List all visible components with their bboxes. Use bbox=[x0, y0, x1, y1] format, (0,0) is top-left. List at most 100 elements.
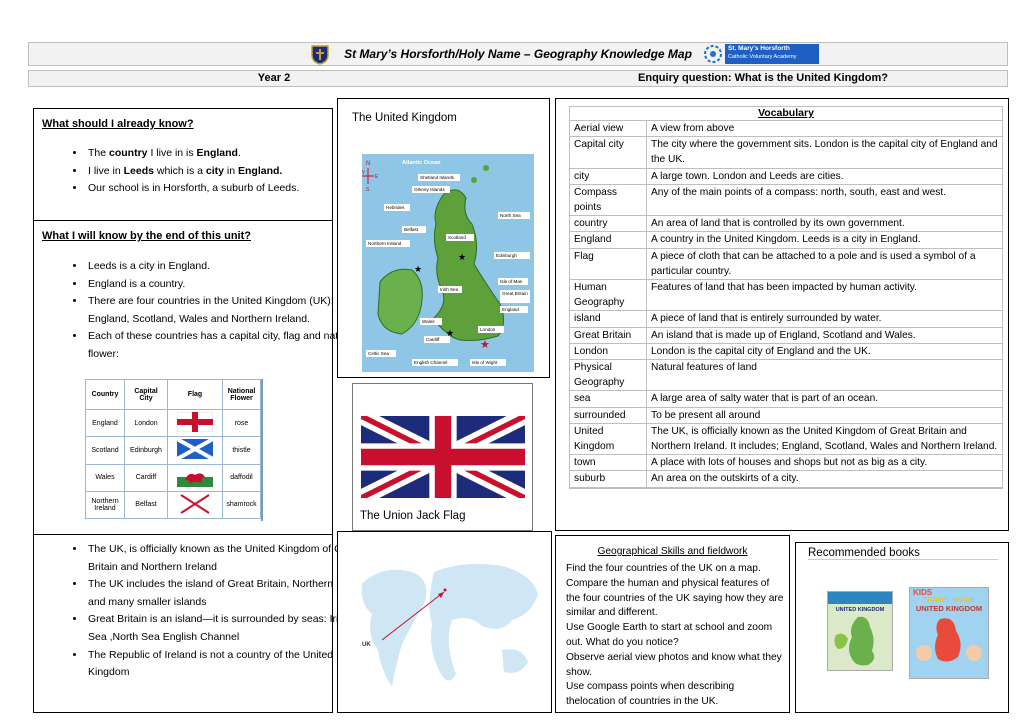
vocabulary-definition: A piece of land that is entirely surroun… bbox=[651, 313, 882, 325]
subheader-bar: Year 2 Enquiry question: What is the Uni… bbox=[28, 70, 1008, 87]
label-scotland: Scotland bbox=[448, 235, 466, 240]
vocabulary-heading: Vocabulary bbox=[570, 107, 1002, 121]
flag-box: The Union Jack Flag bbox=[352, 383, 533, 531]
prior-knowledge-box: What should I already know? The country … bbox=[33, 108, 333, 221]
skill-line: Compare the human and physical features … bbox=[566, 577, 784, 619]
cardiff-star-icon: ★ bbox=[446, 328, 454, 338]
logo-text: St. Mary's Horsforth bbox=[728, 45, 790, 52]
capitals-table-wrapper: Country Capital City Flag National Flowe… bbox=[85, 378, 263, 521]
list-item: Our school is in Horsforth, a suburb of … bbox=[86, 180, 299, 198]
uk-facts-box: The UK, is officially known as the Unite… bbox=[33, 534, 368, 713]
vocabulary-row: suburb An area on the outskirts of a city… bbox=[570, 471, 1002, 488]
vocabulary-term: Human Geography bbox=[570, 280, 647, 311]
list-item: The Republic of Ireland is not a country… bbox=[86, 647, 371, 682]
union-jack-flag-icon bbox=[361, 416, 525, 498]
school-crest-icon bbox=[310, 44, 330, 65]
world-map-uk-label: UK bbox=[362, 642, 371, 648]
skills-box: Geographical Skills and fieldwork Find t… bbox=[555, 535, 790, 713]
table-cell: Edinburgh bbox=[124, 436, 168, 465]
book2-title-1: TRAVEL GUIDE bbox=[923, 597, 975, 604]
vocabulary-term: town bbox=[570, 455, 647, 471]
vocabulary-definition: Any of the main points of a compass: nor… bbox=[651, 186, 947, 198]
label-england: England bbox=[502, 307, 519, 312]
table-row: Scotland Edinburgh thistle bbox=[85, 436, 261, 465]
book-cover-united-kingdom[interactable]: UNITED KINGDOM bbox=[827, 591, 893, 671]
vocabulary-definition: A large area of salty water that is part… bbox=[651, 393, 879, 405]
vocabulary-term: London bbox=[570, 343, 647, 360]
page-title-bar: St Mary’s Horsforth/Holy Name – Geograph… bbox=[28, 42, 1008, 66]
label-northern-ireland: Northern Ireland bbox=[368, 241, 402, 246]
label-orkney: Orkney Islands bbox=[414, 187, 445, 192]
vocabulary-definition: The UK, is officially known as the Unite… bbox=[651, 425, 998, 453]
enquiry-question: Enquiry question: What is the United Kin… bbox=[638, 72, 888, 84]
vocabulary-row: town A place with lots of houses and shop… bbox=[570, 455, 1002, 472]
table-row: England London rose bbox=[85, 409, 261, 438]
book2-title-2: UNITED KINGDOM bbox=[915, 604, 983, 613]
vocabulary-term: Physical Geography bbox=[570, 360, 647, 391]
vocabulary-row: sea A large area of salty water that is p… bbox=[570, 391, 1002, 408]
label-atlantic: Atlantic Ocean bbox=[402, 160, 441, 166]
book2-illustration-icon bbox=[916, 618, 982, 662]
table-header: National Flower bbox=[222, 378, 261, 411]
label-hebrides: Hebrides bbox=[386, 205, 405, 210]
label-celtic-sea: Celtic Sea bbox=[368, 351, 389, 356]
books-box: Recommended books UNITED KINGDOM KIDS TR… bbox=[795, 542, 1009, 713]
year-label: Year 2 bbox=[257, 72, 291, 84]
skill-line: Observe aerial view photos and know what… bbox=[566, 651, 782, 678]
vocabulary-row: United Kingdom The UK, is officially know… bbox=[570, 423, 1002, 456]
flag-caption: The Union Jack Flag bbox=[360, 510, 466, 522]
uk-facts-list: The UK, is officially known as the Unite… bbox=[34, 541, 371, 682]
skills-text: Find the four countries of the UK on a m… bbox=[566, 562, 784, 710]
belfast-star-icon: ★ bbox=[414, 264, 422, 274]
vocabulary-definition: A view from above bbox=[651, 123, 735, 134]
label-belfast: Belfast bbox=[404, 227, 419, 232]
wales-flag-icon bbox=[167, 463, 223, 492]
vocabulary-term: suburb bbox=[570, 471, 647, 487]
label-great-britain: Great Britain bbox=[502, 291, 528, 296]
vocabulary-row: country An area of land that is controlle… bbox=[570, 216, 1002, 233]
table-row: Northern Ireland Belfast shamrock bbox=[85, 490, 261, 520]
vocabulary-term: island bbox=[570, 311, 647, 327]
vocabulary-table: Vocabulary Aerial view A view from above C… bbox=[569, 106, 1003, 489]
table-cell: England bbox=[85, 409, 125, 438]
capitals-table: Country Capital City Flag National Flowe… bbox=[85, 378, 261, 520]
vocabulary-definition: An area on the outskirts of a city. bbox=[651, 473, 799, 485]
scotland-flag-icon bbox=[167, 436, 223, 465]
end-knowledge-list: Leeds is a city in England. England is a… bbox=[34, 258, 366, 364]
label-isle-of-wight: Isle of Wight bbox=[472, 360, 498, 365]
table-cell: shamrock bbox=[222, 490, 261, 520]
book-cover-kids-travel-guide[interactable]: KIDS TRAVEL GUIDE UNITED KINGDOM bbox=[909, 587, 989, 679]
vocabulary-term: Great Britain bbox=[570, 327, 647, 343]
table-header: Country bbox=[85, 378, 125, 411]
vocabulary-row: island A piece of land that is entirely s… bbox=[570, 311, 1002, 328]
list-item: Great Britain is an island—it is surroun… bbox=[86, 611, 371, 646]
vocabulary-row: city A large town. London and Leeds are c… bbox=[570, 168, 1002, 185]
list-item: England is a country. bbox=[86, 276, 366, 294]
skills-heading: Geographical Skills and fieldwork bbox=[597, 546, 748, 557]
vocabulary-row: England A country in the United Kingdom. … bbox=[570, 232, 1002, 249]
vocabulary-row: Compass points Any of the main points of … bbox=[570, 184, 1002, 217]
label-cardiff: Cardiff bbox=[426, 337, 440, 342]
vocabulary-definition: Features of land that has been impacted … bbox=[651, 282, 917, 294]
vocabulary-row: Great Britain An island that is made up o… bbox=[570, 327, 1002, 344]
vocabulary-term: Flag bbox=[570, 248, 647, 280]
vocabulary-definition: Natural features of land bbox=[651, 362, 757, 374]
list-item: Leeds is a city in England. bbox=[86, 258, 366, 276]
table-cell: daffodil bbox=[222, 463, 261, 492]
vocabulary-definition: A piece of cloth that can be attached to… bbox=[651, 250, 976, 277]
label-english-channel: English Channel bbox=[414, 360, 447, 365]
books-heading: Recommended books bbox=[808, 547, 998, 560]
vocabulary-definition: London is the capital city of England an… bbox=[651, 345, 871, 357]
vocabulary-row: surrounded To be present all around bbox=[570, 407, 1002, 424]
list-item: I live in Leeds which is a city in Engla… bbox=[86, 163, 299, 181]
vocabulary-row: London London is the capital city of Engl… bbox=[570, 343, 1002, 361]
table-cell: Belfast bbox=[124, 490, 168, 520]
list-item: The country I live in is England. bbox=[86, 145, 299, 163]
label-london: London bbox=[480, 327, 496, 332]
vocabulary-term: country bbox=[570, 216, 647, 232]
table-row: Wales Cardiff daffodil bbox=[85, 463, 261, 492]
skill-line: Find the four countries of the UK on a m… bbox=[566, 563, 761, 574]
label-north-sea: North Sea bbox=[500, 213, 521, 218]
vocabulary-definition: The city where the government sits. Lond… bbox=[651, 139, 998, 166]
skill-line: Use compass points when describing thelo… bbox=[566, 681, 735, 708]
